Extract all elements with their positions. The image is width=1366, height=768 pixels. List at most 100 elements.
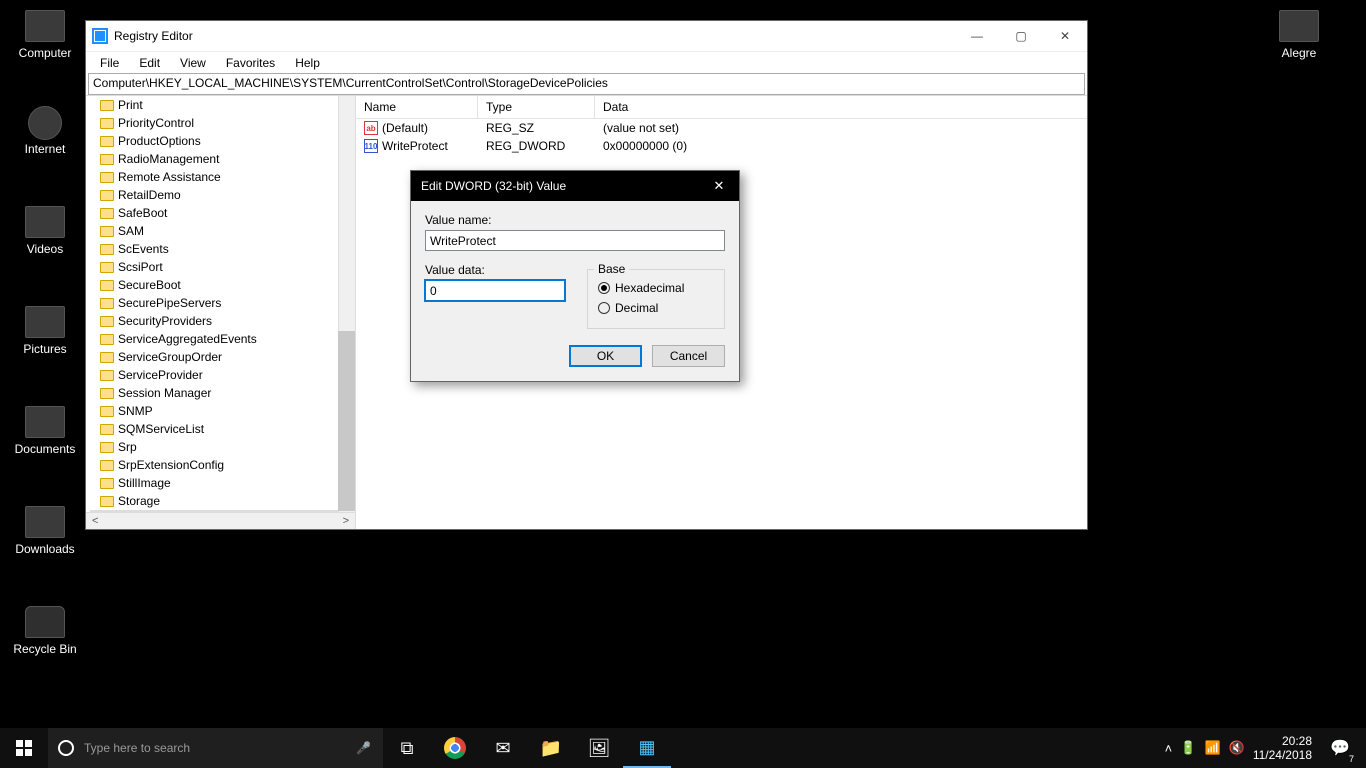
tree-item-label: PriorityControl [118,116,194,130]
tree-item[interactable]: ServiceAggregatedEvents [90,330,355,348]
taskbar-mail[interactable]: ✉ [479,728,527,768]
tray-expand-icon[interactable]: ˄ [1165,741,1173,756]
desktop-icon-computer[interactable]: Computer [8,10,82,60]
regvalue-icon: 110 [364,139,378,153]
titlebar[interactable]: Registry Editor — ▢ ✕ [86,21,1087,51]
taskbar-regedit[interactable]: ▦ [623,728,671,768]
tree-item[interactable]: ServiceGroupOrder [90,348,355,366]
cancel-button[interactable]: Cancel [652,345,725,367]
tree-item[interactable]: SecurePipeServers [90,294,355,312]
taskbar-search[interactable]: Type here to search 🎤 [48,728,383,768]
taskbar-explorer[interactable]: 📁 [527,728,575,768]
tree-item[interactable]: StorageDevicePolicies [90,510,355,512]
radio-decimal[interactable]: Decimal [598,298,714,318]
desktop-icon-videos[interactable]: Videos [8,206,82,256]
tree-item-label: SAM [118,224,144,238]
tree-item[interactable]: Storage [90,492,355,510]
list-row[interactable]: ab(Default)REG_SZ(value not set) [356,119,1087,137]
col-name[interactable]: Name [356,96,478,118]
desktop-icon-documents[interactable]: Documents [8,406,82,456]
taskbar-clock[interactable]: 20:28 11/24/2018 [1253,734,1312,763]
tree-item[interactable]: Print [90,96,355,114]
value-data-input[interactable] [425,280,565,301]
ok-button[interactable]: OK [569,345,642,367]
desktop-icon-downloads[interactable]: Downloads [8,506,82,556]
tree-item-label: Print [118,98,143,112]
tree-item[interactable]: SAM [90,222,355,240]
tree-item[interactable]: Srp [90,438,355,456]
col-type[interactable]: Type [478,96,595,118]
tree-hscrollbar[interactable]: < > [86,512,355,529]
desktop-icon-recyclebin[interactable]: Recycle Bin [8,606,82,656]
tree-item-label: SafeBoot [118,206,167,220]
row-type: REG_SZ [478,121,595,135]
tree-item-label: RadioManagement [118,152,219,166]
tree-item-label: ProductOptions [118,134,201,148]
tree-item[interactable]: SQMServiceList [90,420,355,438]
tree-item[interactable]: Session Manager [90,384,355,402]
scroll-right-icon[interactable]: > [339,515,353,527]
radio-hexadecimal[interactable]: Hexadecimal [598,278,714,298]
tree-panel: Print PriorityControl ProductOptions RadioM… [86,96,356,529]
col-data[interactable]: Data [595,96,1087,118]
desktop-icon-pictures[interactable]: Pictures [8,306,82,356]
value-name-label: Value name: [425,213,725,227]
tree-item[interactable]: ProductOptions [90,132,355,150]
tree-vscrollbar[interactable] [338,96,355,512]
start-button[interactable] [0,728,48,768]
volume-icon[interactable]: 🔇 [1229,740,1245,756]
window-title: Registry Editor [114,29,193,43]
folder-icon [100,496,114,507]
list-row[interactable]: 110WriteProtectREG_DWORD0x00000000 (0) [356,137,1087,155]
tree-item[interactable]: SafeBoot [90,204,355,222]
taskbar: Type here to search 🎤 ⧉ . ✉ 📁 🖼 ▦ ˄ 🔋 📶 … [0,728,1366,768]
dialog-close-button[interactable]: ✕ [699,171,739,201]
tree-vscroll-thumb[interactable] [338,331,355,511]
menu-file[interactable]: File [90,53,129,73]
minimize-button[interactable]: — [955,21,999,51]
tree-item-label: ServiceProvider [118,368,203,382]
menu-favorites[interactable]: Favorites [216,53,285,73]
tree-item[interactable]: PriorityControl [90,114,355,132]
folder-icon [100,280,114,291]
value-name-input[interactable] [425,230,725,251]
tree-item[interactable]: ServiceProvider [90,366,355,384]
tree-item[interactable]: SrpExtensionConfig [90,456,355,474]
tree-item[interactable]: RadioManagement [90,150,355,168]
folder-icon [100,442,114,453]
tree-item[interactable]: RetailDemo [90,186,355,204]
tree-item[interactable]: ScEvents [90,240,355,258]
scroll-left-icon[interactable]: < [88,515,102,527]
search-placeholder: Type here to search [84,741,190,755]
battery-icon[interactable]: 🔋 [1180,740,1196,756]
tree-item[interactable]: Remote Assistance [90,168,355,186]
taskbar-chrome[interactable]: . [444,737,466,759]
tree-item[interactable]: SecureBoot [90,276,355,294]
desktop-icon-internet[interactable]: Internet [8,106,82,156]
tree-item-label: SNMP [118,404,153,418]
clock-date: 11/24/2018 [1253,748,1312,762]
taskbar-photos[interactable]: 🖼 [575,728,623,768]
mic-icon[interactable]: 🎤 [356,741,371,755]
menu-help[interactable]: Help [285,53,330,73]
value-data-label: Value data: [425,263,565,277]
row-data: 0x00000000 (0) [595,139,1087,153]
folder-icon [100,154,114,165]
tree-item-label: RetailDemo [118,188,181,202]
tree-item[interactable]: StillImage [90,474,355,492]
desktop-icon-alegre[interactable]: Alegre [1262,10,1336,60]
menu-edit[interactable]: Edit [129,53,170,73]
action-center-button[interactable]: 💬7 [1320,728,1360,768]
tree-item[interactable]: ScsiPort [90,258,355,276]
tree-item[interactable]: SecurityProviders [90,312,355,330]
tree-item-label: SecurePipeServers [118,296,221,310]
dialog-titlebar[interactable]: Edit DWORD (32-bit) Value ✕ [411,171,739,201]
address-bar[interactable]: Computer\HKEY_LOCAL_MACHINE\SYSTEM\Curre… [88,73,1085,95]
menu-view[interactable]: View [170,53,216,73]
taskview-button[interactable]: ⧉ [383,728,431,768]
maximize-button[interactable]: ▢ [999,21,1043,51]
tree-item[interactable]: SNMP [90,402,355,420]
cortana-icon [58,740,74,756]
close-button[interactable]: ✕ [1043,21,1087,51]
wifi-icon[interactable]: 📶 [1204,740,1220,756]
